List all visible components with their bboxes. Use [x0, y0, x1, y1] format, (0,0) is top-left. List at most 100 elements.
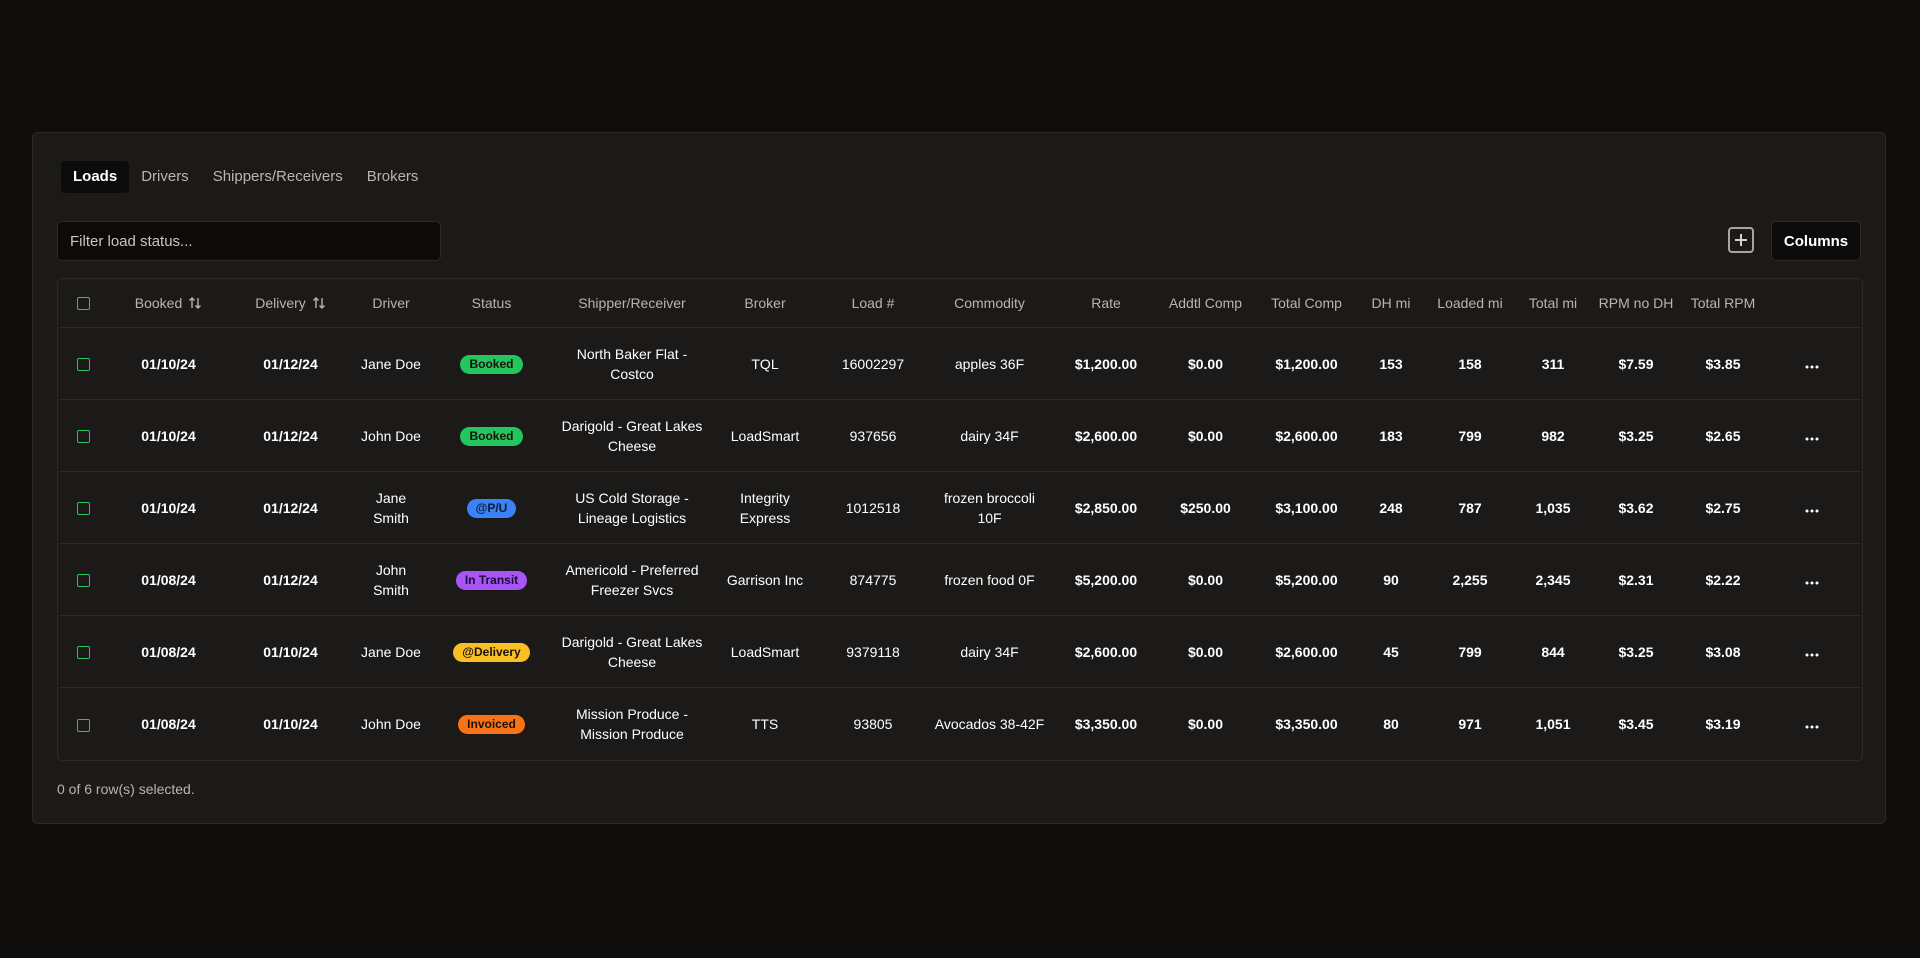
cell-total-mi: 1,035 [1520, 471, 1586, 544]
cell-actions [1760, 543, 1862, 616]
cell-actions [1760, 471, 1862, 544]
cell-shipper-receiver: US Cold Storage - Lineage Logistics [553, 471, 711, 544]
cell-status: Booked [430, 327, 553, 400]
cell-driver: John Doe [361, 715, 421, 732]
header-booked[interactable]: Booked [108, 279, 229, 328]
cell-loaded-mi: 799 [1420, 615, 1520, 688]
tab-bar: Loads Drivers Shippers/Receivers Brokers [61, 161, 431, 193]
tab-brokers[interactable]: Brokers [355, 161, 431, 193]
header-select-all[interactable] [58, 279, 108, 328]
row-checkbox[interactable] [76, 718, 90, 732]
header-dh-mi: DH mi [1362, 279, 1420, 328]
header-broker: Broker [711, 279, 819, 328]
table-row[interactable]: 01/08/24 01/10/24 John Doe Invoiced Mission … [58, 688, 1862, 760]
cell-total-comp: $1,200.00 [1251, 327, 1362, 400]
row-checkbox[interactable] [76, 502, 90, 516]
sort-icon[interactable] [188, 296, 202, 310]
status-badge: Booked [460, 427, 523, 446]
cell-status: @Delivery [430, 615, 553, 688]
cell-addtl-comp: $250.00 [1160, 471, 1251, 544]
cell-driver: Jane Doe [352, 327, 430, 400]
status-badge: Booked [460, 355, 523, 374]
cell-shipper-receiver: Americold - Preferred Freezer Svcs [553, 543, 711, 616]
cell-broker: LoadSmart [711, 399, 819, 472]
cell-delivery: 01/12/24 [229, 327, 352, 400]
table-row[interactable]: 01/10/24 01/12/24 Jane Doe Booked North Bake… [58, 327, 1862, 400]
cell-total-rpm: $2.75 [1686, 471, 1760, 544]
cell-dh-mi: 183 [1362, 399, 1420, 472]
cell-broker: TQL [711, 327, 819, 400]
header-total-comp: Total Comp [1251, 279, 1362, 328]
sort-icon[interactable] [312, 296, 326, 310]
cell-dh-mi: 80 [1383, 715, 1399, 732]
status-badge: In Transit [455, 571, 528, 590]
cell-total-rpm: $3.19 [1705, 715, 1741, 732]
cell-actions [1760, 399, 1862, 472]
cell-commodity: dairy 34F [927, 615, 1052, 688]
cell-booked: 01/10/24 [108, 327, 229, 400]
more-horizontal-icon[interactable] [1801, 710, 1823, 738]
cell-rpm-no-dh: $3.25 [1586, 399, 1686, 472]
cell-dh-mi: 45 [1362, 615, 1420, 688]
cell-addtl-comp: $0.00 [1160, 327, 1251, 400]
tab-drivers[interactable]: Drivers [129, 161, 201, 193]
more-horizontal-icon[interactable] [1801, 638, 1823, 666]
status-badge: @P/U [466, 499, 517, 518]
header-rpm-no-dh: RPM no DH [1586, 279, 1686, 328]
more-horizontal-icon[interactable] [1801, 422, 1823, 450]
more-horizontal-icon[interactable] [1801, 350, 1823, 378]
row-checkbox[interactable] [76, 574, 90, 588]
tab-loads[interactable]: Loads [61, 161, 130, 193]
cell-delivery: 01/10/24 [229, 615, 352, 688]
cell-commodity: frozen food 0F [927, 543, 1052, 616]
cell-load-number: 16002297 [819, 327, 927, 400]
plus-square-icon[interactable] [1728, 227, 1754, 253]
table-row[interactable]: 01/08/24 01/12/24 John Smith In Transit Amer… [58, 543, 1862, 616]
row-checkbox[interactable] [76, 358, 90, 372]
more-horizontal-icon[interactable] [1801, 566, 1823, 594]
cell-loaded-mi: 158 [1420, 327, 1520, 400]
row-checkbox[interactable] [76, 430, 90, 444]
cell-select [58, 399, 108, 472]
table-row[interactable]: 01/10/24 01/12/24 Jane Smith @P/U US Cold St… [58, 471, 1862, 544]
cell-driver: John Smith [352, 543, 430, 616]
header-delivery[interactable]: Delivery [229, 279, 352, 328]
cell-shipper-receiver: Mission Produce - Mission Produce [575, 705, 689, 742]
table-row[interactable]: 01/10/24 01/12/24 John Doe Booked Darigold -… [58, 399, 1862, 472]
cell-shipper-receiver: Darigold - Great Lakes Cheese [553, 615, 711, 688]
cell-total-comp: $2,600.00 [1251, 615, 1362, 688]
cell-rpm-no-dh: $7.59 [1586, 327, 1686, 400]
cell-rate: $2,600.00 [1052, 399, 1160, 472]
table-row[interactable]: 01/08/24 01/10/24 Jane Doe @Delivery Darigol… [58, 615, 1862, 688]
header-shipper-receiver: Shipper/Receiver [553, 279, 711, 328]
cell-rpm-no-dh: $3.25 [1586, 615, 1686, 688]
cell-booked: 01/08/24 [141, 715, 196, 732]
cell-total-comp: $3,350.00 [1275, 715, 1338, 732]
filter-status-input[interactable] [57, 221, 441, 261]
cell-rpm-no-dh: $2.31 [1586, 543, 1686, 616]
loads-card: Loads Drivers Shippers/Receivers Brokers… [32, 132, 1886, 824]
status-badge: Invoiced [458, 715, 525, 735]
cell-rate: $3,350.00 [1074, 715, 1138, 732]
cell-total-rpm: $2.65 [1686, 399, 1760, 472]
cell-total-mi: 844 [1520, 615, 1586, 688]
cell-delivery: 01/12/24 [229, 543, 352, 616]
header-total-mi: Total mi [1520, 279, 1586, 328]
header-addtl-comp: Addtl Comp [1160, 279, 1251, 328]
cell-actions [1760, 688, 1862, 760]
cell-booked: 01/08/24 [108, 543, 229, 616]
cell-broker: LoadSmart [711, 615, 819, 688]
cell-select [58, 688, 108, 760]
cell-total-rpm: $3.08 [1686, 615, 1760, 688]
cell-rate: $2,850.00 [1052, 471, 1160, 544]
more-horizontal-icon[interactable] [1801, 494, 1823, 522]
row-checkbox[interactable] [76, 646, 90, 660]
cell-load-number: 1012518 [819, 471, 927, 544]
tab-shippers-receivers[interactable]: Shippers/Receivers [201, 161, 355, 193]
columns-button[interactable]: Columns [1771, 221, 1861, 261]
select-all-checkbox[interactable] [76, 297, 90, 311]
cell-load-number: 93805 [853, 715, 893, 732]
cell-delivery: 01/10/24 [263, 715, 318, 732]
header-loaded-mi: Loaded mi [1420, 279, 1520, 328]
cell-total-mi: 311 [1520, 327, 1586, 400]
